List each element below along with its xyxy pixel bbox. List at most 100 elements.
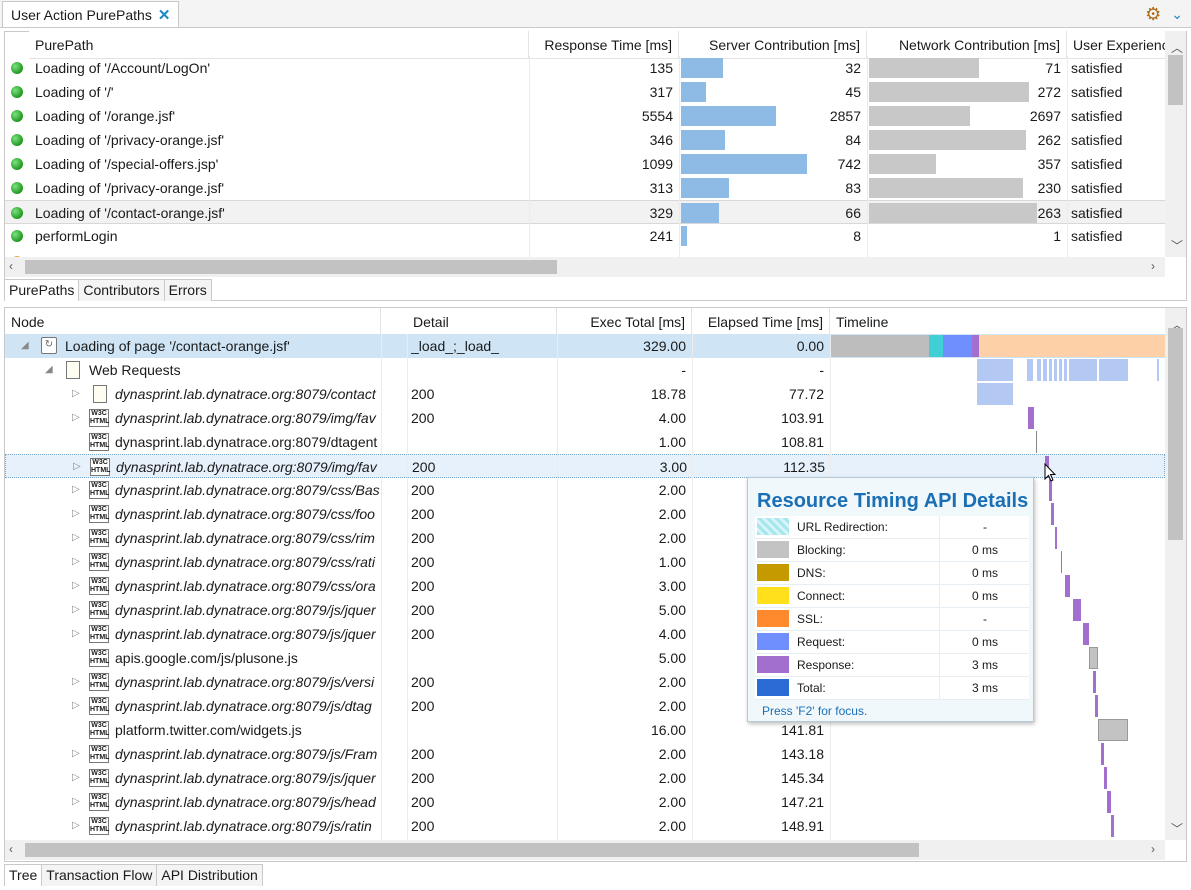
expand-triangle-icon[interactable]: ▷ [72, 820, 80, 831]
tree-vscroll-thumb[interactable] [1168, 328, 1183, 540]
purepaths-vscroll[interactable]: ︿ ﹀ [1165, 31, 1186, 257]
tree-hscroll[interactable]: ‹ › [5, 840, 1165, 860]
tab-transaction-flow[interactable]: Transaction Flow [41, 864, 158, 886]
expand-triangle-icon[interactable]: ▷ [72, 676, 80, 687]
purepaths-hscroll-thumb[interactable] [25, 260, 557, 274]
col-purepath[interactable]: PurePath [29, 31, 529, 59]
exec-total: 2.00 [658, 530, 686, 546]
w3c-html-icon: W3C HTML [89, 793, 110, 811]
expand-triangle-icon[interactable]: ▷ [72, 388, 80, 399]
web-request-row[interactable]: ▷ W3C HTML dynasprint.lab.dynatrace.org:807… [5, 406, 1165, 430]
request-detail: 200 [411, 578, 435, 594]
purepaths-vscroll-thumb[interactable] [1168, 55, 1183, 105]
expand-triangle-icon[interactable]: ▷ [73, 461, 81, 472]
col-response-time[interactable]: Response Time [ms] [529, 31, 679, 59]
tree-root-row[interactable]: ◢ ↻ Loading of page '/contact-orange.jsf… [5, 334, 1165, 358]
status-ok-icon [11, 86, 23, 98]
tab-tree[interactable]: Tree [4, 864, 43, 886]
web-request-row[interactable]: ▷ dynasprint.lab.dynatrace.org:8079/conta… [5, 382, 1165, 406]
chevron-down-icon[interactable]: ⌄ [1171, 6, 1183, 23]
expand-triangle-icon[interactable]: ▷ [72, 412, 80, 423]
request-url: dynasprint.lab.dynatrace.org:8079/img/fa… [115, 410, 376, 426]
tree-hscroll-thumb[interactable] [25, 843, 919, 857]
timing-swatch [757, 679, 789, 696]
web-request-row[interactable]: W3C HTML dynasprint.lab.dynatrace.org:8079… [5, 430, 1165, 454]
tab-api-distribution[interactable]: API Distribution [156, 864, 263, 886]
col-node[interactable]: Node [5, 308, 381, 336]
timeline-bar [1089, 647, 1098, 669]
timing-value: 0 ms [939, 539, 1030, 561]
scroll-left-icon[interactable]: ‹ [9, 842, 13, 856]
expand-triangle-icon[interactable]: ▷ [72, 748, 80, 759]
w3c-html-icon: W3C HTML [89, 433, 110, 451]
expand-triangle-icon[interactable]: ▷ [72, 772, 80, 783]
request-url: dynasprint.lab.dynatrace.org:8079/js/jqu… [115, 626, 376, 642]
purepaths-table-header: PurePath Response Time [ms] Server Contr… [5, 31, 1165, 59]
web-request-row[interactable]: ▷ W3C HTML dynasprint.lab.dynatrace.org:807… [5, 766, 1165, 790]
web-request-row[interactable]: ▷ W3C HTML dynasprint.lab.dynatrace.org:807… [5, 790, 1165, 814]
col-exec-total[interactable]: Exec Total [ms] [557, 308, 692, 336]
view-tab-user-action-purepaths[interactable]: User Action PurePaths ✕ [2, 1, 180, 27]
tab-errors[interactable]: Errors [163, 279, 212, 301]
collapse-triangle-icon[interactable]: ◢ [45, 364, 53, 375]
close-icon[interactable]: ✕ [158, 6, 171, 24]
status-ok-icon [11, 110, 23, 122]
scroll-right-icon[interactable]: › [1151, 259, 1155, 273]
tree-vscroll[interactable]: ︿ ﹀ [1165, 308, 1186, 840]
elapsed-time: 147.21 [781, 794, 824, 810]
scroll-up-icon[interactable]: ︿ [1171, 39, 1183, 56]
purepath-name: Loading of '/Account/LogOn' [35, 60, 211, 76]
scroll-down-icon[interactable]: ﹀ [1171, 820, 1183, 837]
tab-contributors[interactable]: Contributors [78, 279, 165, 301]
web-request-row[interactable]: ▷ W3C HTML dynasprint.lab.dynatrace.org:807… [5, 454, 1165, 478]
request-detail: 200 [412, 459, 436, 475]
scroll-right-icon[interactable]: › [1151, 842, 1155, 856]
expand-triangle-icon[interactable]: ▷ [72, 628, 80, 639]
request-detail: 200 [411, 818, 435, 834]
purepath-row[interactable]: Loading of '/' 317 45 272 satisfied [5, 80, 1165, 104]
purepath-row[interactable]: Loading of '/special-offers.jsp' 1099 742 3… [5, 152, 1165, 176]
purepath-row[interactable]: Loading of '/Account/LogOn' 135 32 71 satisf… [5, 56, 1165, 80]
purepath-row[interactable]: Loading of '/privacy-orange.jsf' 313 83 230… [5, 176, 1165, 200]
collapse-triangle-icon[interactable]: ◢ [21, 340, 29, 351]
col-elapsed-time[interactable]: Elapsed Time [ms] [692, 308, 830, 336]
timing-value: 0 ms [939, 631, 1030, 653]
response-time: 329 [649, 205, 673, 221]
scroll-down-icon[interactable]: ﹀ [1171, 237, 1183, 254]
web-request-row[interactable]: ▷ W3C HTML dynasprint.lab.dynatrace.org:807… [5, 814, 1165, 838]
elapsed-time: 145.34 [781, 770, 824, 786]
request-url: dynasprint.lab.dynatrace.org:8079/js/jqu… [115, 602, 376, 618]
purepath-name: Loading of '/privacy-orange.jsf' [35, 180, 225, 196]
expand-triangle-icon[interactable]: ▷ [72, 484, 80, 495]
request-detail: 200 [411, 770, 435, 786]
col-user-experience[interactable]: User Experienc [1067, 31, 1165, 59]
w3c-html-icon: W3C HTML [89, 697, 110, 715]
purepath-row[interactable]: performLogin 241 8 1 satisfied [5, 224, 1165, 248]
purepath-row[interactable]: Loading of '/orange.jsf' 5554 2857 2697 sati… [5, 104, 1165, 128]
col-server-contribution[interactable]: Server Contribution [ms] [679, 31, 867, 59]
expand-triangle-icon[interactable]: ▷ [72, 556, 80, 567]
elapsed-time: 77.72 [788, 386, 824, 402]
scroll-left-icon[interactable]: ‹ [9, 259, 13, 273]
network-contribution: 357 [1037, 156, 1061, 172]
tab-purepaths[interactable]: PurePaths [4, 279, 80, 301]
col-timeline[interactable]: Timeline [830, 308, 1165, 336]
tree-group-web-requests[interactable]: ◢ Web Requests - - [5, 358, 1165, 382]
web-request-row[interactable]: ▷ W3C HTML dynasprint.lab.dynatrace.org:807… [5, 742, 1165, 766]
expand-triangle-icon[interactable]: ▷ [72, 532, 80, 543]
purepath-row[interactable]: Loading of '/privacy-orange.jsf' 346 84 262… [5, 128, 1165, 152]
timeline-bar [1111, 815, 1114, 837]
timing-row: Request: 0 ms [755, 631, 1029, 654]
col-detail[interactable]: Detail [407, 308, 557, 336]
col-network-contribution[interactable]: Network Contribution [ms] [867, 31, 1067, 59]
purepath-row[interactable]: Loading of '/contact-orange.jsf' 329 66 263… [5, 200, 1165, 224]
expand-triangle-icon[interactable]: ▷ [72, 700, 80, 711]
expand-triangle-icon[interactable]: ▷ [72, 508, 80, 519]
purepaths-hscroll[interactable]: ‹ › [5, 257, 1165, 277]
tooltip-footer: Press 'F2' for focus. [762, 704, 868, 718]
expand-triangle-icon[interactable]: ▷ [72, 580, 80, 591]
expand-triangle-icon[interactable]: ▷ [72, 796, 80, 807]
timing-label: Request: [797, 635, 846, 649]
gear-cluster-icon[interactable]: ⚙ [1145, 4, 1161, 25]
expand-triangle-icon[interactable]: ▷ [72, 604, 80, 615]
